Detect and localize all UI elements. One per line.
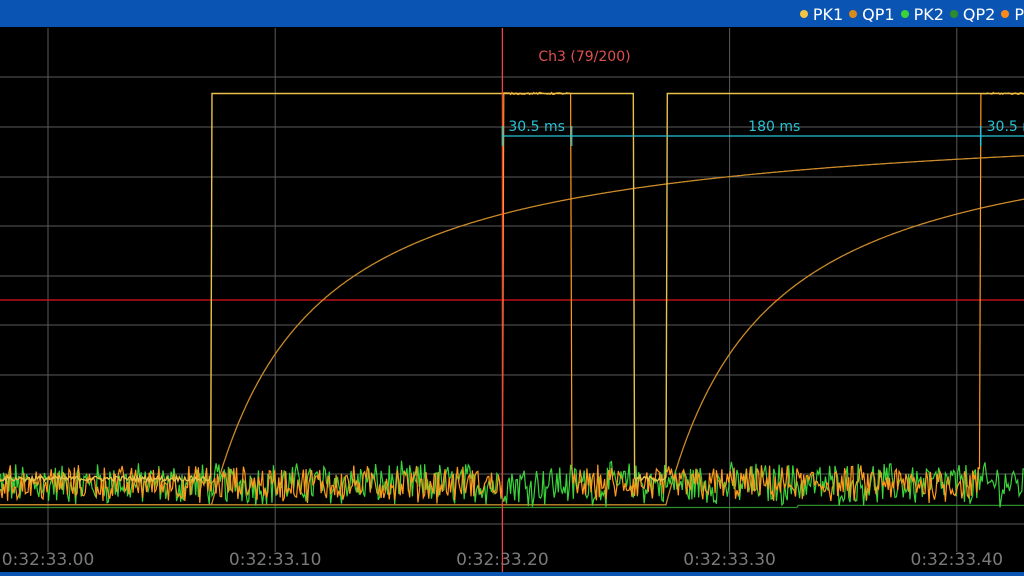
chart-header-bar: PK1 QP1 PK2 QP2 P xyxy=(0,0,1024,28)
x-tick-label: 0:32:33.10 xyxy=(229,550,322,570)
x-tick-label: 0:32:33.00 xyxy=(2,550,95,570)
legend-label: QP1 xyxy=(862,4,895,24)
measurement-label: 30.5 ms xyxy=(987,119,1024,135)
legend-item-pk1[interactable]: PK1 xyxy=(799,4,844,24)
legend-label: PK1 xyxy=(812,4,844,24)
legend-item-pk2[interactable]: PK2 xyxy=(900,4,944,24)
legend-dot-icon xyxy=(949,10,958,18)
legend-label: QP2 xyxy=(962,4,996,24)
series-line-p xyxy=(0,91,1024,504)
legend: PK1 QP1 PK2 QP2 P xyxy=(794,0,1024,28)
legend-item-qp2[interactable]: QP2 xyxy=(949,4,996,24)
legend-label: PK2 xyxy=(913,4,944,24)
cursor-label: Ch3 (79/200) xyxy=(538,49,630,65)
series-line-qp2 xyxy=(0,504,1024,509)
measurement-label: 180 ms xyxy=(748,119,800,135)
legend-dot-icon xyxy=(799,10,808,18)
x-tick-label: 0:32:33.20 xyxy=(456,550,549,570)
series-line-qp1-2 xyxy=(0,198,1024,506)
legend-label: P xyxy=(1014,4,1024,24)
measurement-label: 30.5 ms xyxy=(508,119,565,135)
series-line-pk1 xyxy=(0,92,1024,484)
x-tick-label: 0:32:33.40 xyxy=(911,550,1004,570)
series-line-qp1-1 xyxy=(0,155,1024,506)
legend-dot-icon xyxy=(849,10,858,18)
chart-bottom-border xyxy=(0,572,1024,576)
x-tick-label: 0:32:33.30 xyxy=(683,550,776,570)
waveform-chart[interactable]: Ch3 (79/200) 30.5 ms 180 ms 30.5 ms 0:32:33.… xyxy=(0,28,1024,572)
legend-dot-icon xyxy=(1001,10,1010,18)
legend-dot-icon xyxy=(900,10,909,18)
legend-item-p[interactable]: P xyxy=(1001,5,1024,24)
legend-item-qp1[interactable]: QP1 xyxy=(849,4,895,24)
